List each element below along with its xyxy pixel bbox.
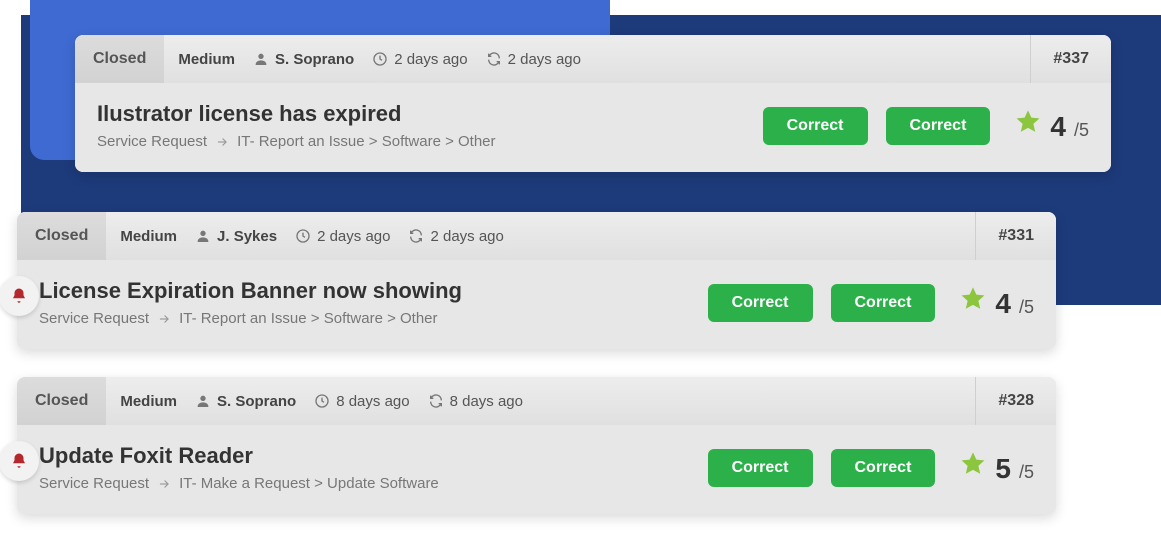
rating-out-of: /5 bbox=[1019, 297, 1034, 318]
category-path: IT- Report an Issue > Software > Other bbox=[237, 133, 495, 150]
correct-button[interactable]: Correct bbox=[763, 107, 868, 145]
assignee-name: J. Sykes bbox=[217, 228, 277, 245]
rating-score: 5 bbox=[995, 453, 1011, 485]
status-badge: Closed bbox=[17, 377, 106, 425]
correct-button[interactable]: Correct bbox=[886, 107, 991, 145]
user-icon bbox=[253, 51, 269, 67]
status-badge: Closed bbox=[75, 35, 164, 83]
assignee: S. Soprano bbox=[253, 51, 354, 68]
created-time-text: 8 days ago bbox=[336, 393, 409, 410]
correct-button[interactable]: Correct bbox=[708, 284, 813, 322]
created-time: 2 days ago bbox=[372, 51, 467, 68]
refresh-icon bbox=[486, 51, 502, 67]
priority-label: Medium bbox=[120, 393, 177, 410]
notification-badge[interactable] bbox=[0, 276, 39, 316]
star-icon bbox=[1014, 108, 1042, 136]
ticket-title[interactable]: Ilustrator license has expired bbox=[97, 101, 745, 127]
ticket-header: Closed Medium J. Sykes 2 days ago bbox=[17, 212, 1056, 260]
created-time-text: 2 days ago bbox=[394, 51, 467, 68]
ticket-body: Update Foxit Reader Service Request IT- … bbox=[17, 425, 1056, 514]
user-icon bbox=[195, 393, 211, 409]
ticket-category: Service Request IT- Report an Issue > So… bbox=[97, 133, 745, 150]
rating-out-of: /5 bbox=[1019, 462, 1034, 483]
rating-score: 4 bbox=[1050, 111, 1066, 143]
request-type: Service Request bbox=[39, 475, 149, 492]
bell-icon bbox=[10, 452, 28, 470]
ticket-meta: Medium S. Soprano 8 days ago bbox=[106, 377, 975, 425]
ticket-body: Ilustrator license has expired Service R… bbox=[75, 83, 1111, 172]
rating: 4/5 bbox=[959, 285, 1034, 320]
correct-button[interactable]: Correct bbox=[708, 449, 813, 487]
updated-time-text: 2 days ago bbox=[508, 51, 581, 68]
ticket-header: Closed Medium S. Soprano 2 days ago bbox=[75, 35, 1111, 83]
arrow-right-icon bbox=[157, 312, 171, 326]
assignee-name: S. Soprano bbox=[275, 51, 354, 68]
ticket-meta: Medium S. Soprano 2 days ago bbox=[164, 35, 1030, 83]
arrow-right-icon bbox=[215, 135, 229, 149]
ticket-body: License Expiration Banner now showing Se… bbox=[17, 260, 1056, 349]
ticket-id: #337 bbox=[1030, 35, 1111, 83]
assignee-name: S. Soprano bbox=[217, 393, 296, 410]
assignee: J. Sykes bbox=[195, 228, 277, 245]
ticket-card[interactable]: Closed Medium J. Sykes 2 days ago bbox=[17, 212, 1056, 349]
updated-time: 2 days ago bbox=[408, 228, 503, 245]
request-type: Service Request bbox=[39, 310, 149, 327]
refresh-icon bbox=[408, 228, 424, 244]
arrow-right-icon bbox=[157, 477, 171, 491]
ticket-id: #331 bbox=[975, 212, 1056, 260]
correct-button[interactable]: Correct bbox=[831, 449, 936, 487]
ticket-id: #328 bbox=[975, 377, 1056, 425]
ticket-category: Service Request IT- Make a Request > Upd… bbox=[39, 475, 690, 492]
ticket-card[interactable]: Closed Medium S. Soprano 8 days ago bbox=[17, 377, 1056, 514]
status-badge: Closed bbox=[17, 212, 106, 260]
updated-time-text: 2 days ago bbox=[430, 228, 503, 245]
created-time: 8 days ago bbox=[314, 393, 409, 410]
rating: 4/5 bbox=[1014, 108, 1089, 143]
category-path: IT- Make a Request > Update Software bbox=[179, 475, 439, 492]
assignee: S. Soprano bbox=[195, 393, 296, 410]
star-icon bbox=[959, 450, 987, 478]
request-type: Service Request bbox=[97, 133, 207, 150]
bell-icon bbox=[10, 287, 28, 305]
star-icon bbox=[959, 285, 987, 313]
clock-icon bbox=[372, 51, 388, 67]
refresh-icon bbox=[428, 393, 444, 409]
ticket-header: Closed Medium S. Soprano 8 days ago bbox=[17, 377, 1056, 425]
ticket-title[interactable]: License Expiration Banner now showing bbox=[39, 278, 690, 304]
priority-label: Medium bbox=[178, 51, 235, 68]
created-time-text: 2 days ago bbox=[317, 228, 390, 245]
updated-time: 8 days ago bbox=[428, 393, 523, 410]
ticket-list: Closed Medium S. Soprano 2 days ago bbox=[0, 0, 1161, 514]
ticket-card[interactable]: Closed Medium S. Soprano 2 days ago bbox=[75, 35, 1111, 172]
priority-label: Medium bbox=[120, 228, 177, 245]
rating: 5/5 bbox=[959, 450, 1034, 485]
created-time: 2 days ago bbox=[295, 228, 390, 245]
clock-icon bbox=[295, 228, 311, 244]
user-icon bbox=[195, 228, 211, 244]
ticket-title[interactable]: Update Foxit Reader bbox=[39, 443, 690, 469]
notification-badge[interactable] bbox=[0, 441, 39, 481]
updated-time: 2 days ago bbox=[486, 51, 581, 68]
correct-button[interactable]: Correct bbox=[831, 284, 936, 322]
ticket-category: Service Request IT- Report an Issue > So… bbox=[39, 310, 690, 327]
category-path: IT- Report an Issue > Software > Other bbox=[179, 310, 437, 327]
clock-icon bbox=[314, 393, 330, 409]
ticket-meta: Medium J. Sykes 2 days ago bbox=[106, 212, 975, 260]
rating-out-of: /5 bbox=[1074, 120, 1089, 141]
updated-time-text: 8 days ago bbox=[450, 393, 523, 410]
rating-score: 4 bbox=[995, 288, 1011, 320]
